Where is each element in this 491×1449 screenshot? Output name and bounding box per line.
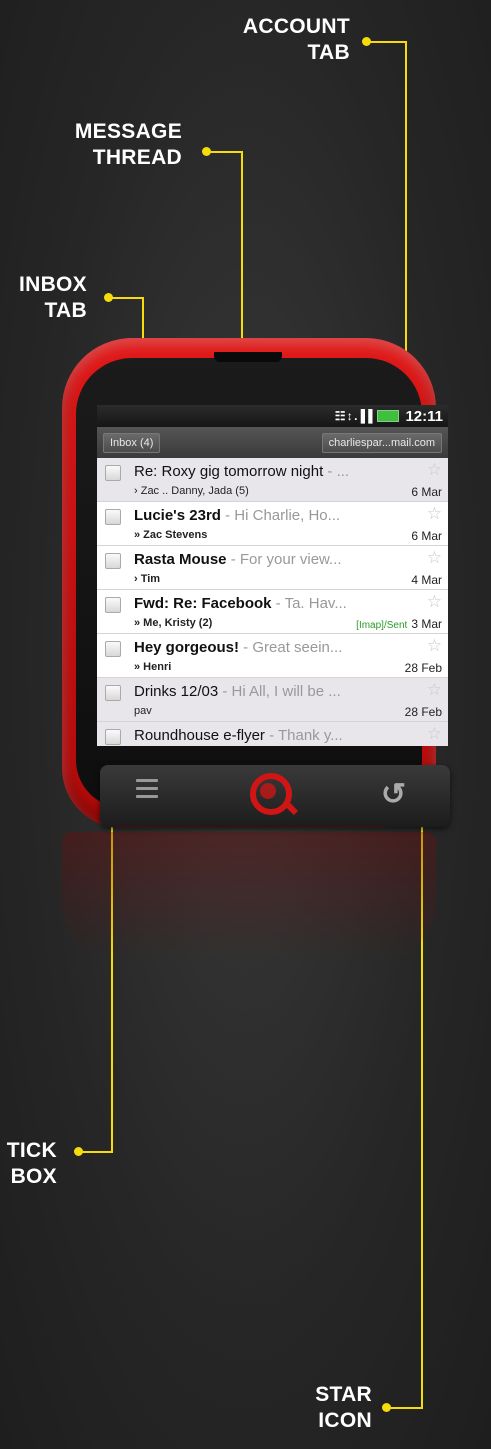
tick-box[interactable]	[105, 509, 121, 525]
callout-inbox-tab: INBOX TAB	[18, 273, 87, 322]
star-icon[interactable]: ☆	[427, 592, 442, 612]
tick-box[interactable]	[105, 597, 121, 613]
message-snippet: - Hi All, I will be ...	[218, 683, 341, 700]
phone-reflection	[62, 832, 436, 962]
callout-line	[108, 297, 144, 299]
signal-icon: ☷ ↕ .▐▐	[334, 409, 373, 423]
message-subject: Rasta Mouse - For your view...	[134, 551, 342, 568]
search-icon-handle	[283, 800, 299, 816]
message-date: 28 Feb	[404, 705, 442, 719]
message-snippet: - Thank y...	[264, 727, 343, 744]
callout-line	[78, 1151, 113, 1153]
message-subject: Fwd: Re: Facebook - Ta. Hav...	[134, 595, 347, 612]
message-label: [Imap]/Sent	[356, 620, 408, 631]
callout-line	[386, 1407, 423, 1409]
clock: 12:11	[405, 407, 443, 425]
back-icon[interactable]: ↺	[381, 777, 406, 812]
tab-account[interactable]: charliespar...mail.com	[321, 432, 442, 453]
tick-box[interactable]	[105, 465, 121, 481]
menu-icon[interactable]	[136, 779, 158, 803]
callout-line	[421, 727, 423, 1409]
battery-icon	[377, 410, 400, 422]
message-date: 6 Mar	[411, 529, 442, 543]
star-icon[interactable]: ☆	[427, 680, 442, 700]
tick-box[interactable]	[105, 553, 121, 569]
message-from: › Tim	[134, 573, 161, 585]
message-row[interactable]: Drinks 12/03 - Hi All, I will be ... ☆ pav…	[97, 678, 448, 722]
message-from: » Zac Stevens	[134, 529, 208, 541]
message-row[interactable]: Rasta Mouse - For your view... ☆ › Tim 4 Ma…	[97, 546, 448, 590]
message-snippet: - ...	[323, 463, 350, 480]
message-snippet: - Great seein...	[239, 639, 343, 656]
message-subject: Hey gorgeous! - Great seein...	[134, 639, 343, 656]
star-icon[interactable]: ☆	[427, 636, 442, 656]
message-row[interactable]: Lucie's 23rd - Hi Charlie, Ho... ☆ » Zac S…	[97, 502, 448, 546]
message-subject: Re: Roxy gig tomorrow night - ...	[134, 463, 350, 480]
tick-box[interactable]	[105, 641, 121, 657]
callout-account-tab: ACCOUNT TAB	[242, 15, 350, 64]
message-from: pav	[134, 705, 152, 717]
message-snippet: - For your view...	[226, 551, 342, 568]
star-icon[interactable]: ☆	[427, 724, 442, 744]
message-date: 28 Feb	[404, 661, 442, 675]
message-from: » Me, Kristy (2)	[134, 617, 213, 629]
star-icon[interactable]: ☆	[427, 504, 442, 524]
message-row[interactable]: Roundhouse e-flyer - Thank y...☆» Gill22…	[97, 722, 448, 746]
message-date: 4 Mar	[411, 573, 442, 587]
message-subject: Lucie's 23rd - Hi Charlie, Ho...	[134, 507, 341, 524]
message-snippet: - Ta. Hav...	[271, 595, 347, 612]
tab-inbox[interactable]: Inbox (4)	[103, 432, 161, 453]
message-row[interactable]: Fwd: Re: Facebook - Ta. Hav... ☆ » Me, Kri…	[97, 590, 448, 634]
tick-box[interactable]	[105, 729, 121, 745]
callout-tick-box: TICK BOX	[6, 1139, 57, 1188]
tick-box[interactable]	[105, 685, 121, 701]
phone-speaker	[214, 352, 282, 362]
status-bar: ☷ ↕ .▐▐ 12:11	[97, 405, 448, 427]
phone-screen: ☷ ↕ .▐▐ 12:11 Inbox (4) charliespar...ma…	[97, 405, 448, 746]
star-icon[interactable]: ☆	[427, 460, 442, 480]
search-icon[interactable]	[250, 773, 292, 815]
message-subject: Roundhouse e-flyer - Thank y...	[134, 727, 343, 744]
tab-bar: Inbox (4) charliespar...mail.com	[97, 427, 448, 458]
message-list: Re: Roxy gig tomorrow night - ... ☆ › Zac …	[97, 458, 448, 746]
bottom-nav-bar: ↺	[100, 765, 450, 827]
callout-line	[366, 41, 407, 43]
callout-star-icon: STAR ICON	[315, 1383, 372, 1432]
star-icon[interactable]: ☆	[427, 548, 442, 568]
callout-line	[206, 151, 243, 153]
message-subject: Drinks 12/03 - Hi All, I will be ...	[134, 683, 341, 700]
message-from: » Henri	[134, 661, 172, 673]
message-snippet: - Hi Charlie, Ho...	[220, 507, 341, 524]
message-from: › Zac .. Danny, Jada (5)	[134, 485, 249, 497]
message-date: [Imap]/Sent 3 Mar	[356, 617, 442, 631]
message-date: 6 Mar	[411, 485, 442, 499]
message-row[interactable]: Re: Roxy gig tomorrow night - ... ☆ › Zac …	[97, 458, 448, 502]
message-row[interactable]: Hey gorgeous! - Great seein... ☆ » Henri 28…	[97, 634, 448, 678]
callout-message-thread: MESSAGE THREAD	[74, 120, 182, 169]
